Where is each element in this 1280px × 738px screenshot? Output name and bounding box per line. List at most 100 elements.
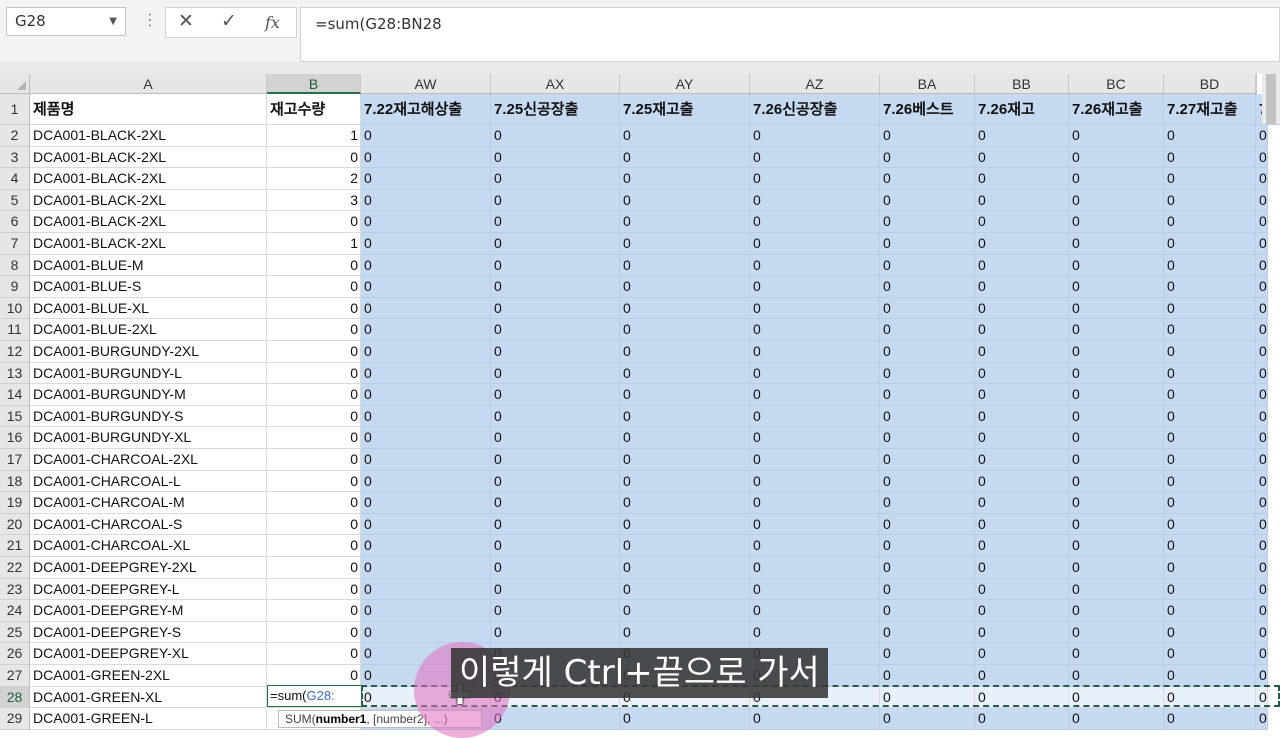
value-cell[interactable]: 0 (620, 621, 750, 644)
check-icon[interactable]: ✓ (221, 10, 237, 32)
value-cell[interactable]: 0 (491, 233, 620, 255)
value-cell[interactable]: 0 (975, 341, 1069, 363)
value-cell[interactable]: 0 (975, 168, 1069, 190)
value-cell[interactable]: 0 (750, 125, 880, 147)
product-name-cell[interactable]: DCA001-BLUE-XL (30, 297, 267, 320)
value-cell[interactable]: 0 (491, 189, 620, 212)
value-cell[interactable]: 0 (1069, 384, 1164, 406)
column-header-ay[interactable]: AY (620, 74, 750, 94)
product-name-cell[interactable]: DCA001-CHARCOAL-XL (30, 535, 267, 557)
column-title[interactable]: 제품명 (30, 94, 267, 125)
value-cell[interactable]: 0 (1256, 168, 1268, 190)
value-cell[interactable]: 0 (361, 168, 491, 190)
value-cell[interactable]: 0 (880, 297, 975, 320)
stock-qty-cell[interactable]: 0 (267, 405, 361, 428)
value-cell[interactable]: 0 (1256, 297, 1268, 320)
value-cell[interactable]: 0 (491, 384, 620, 406)
product-name-cell[interactable]: DCA001-BLACK-2XL (30, 146, 267, 169)
value-cell[interactable]: 0 (1069, 168, 1164, 190)
product-name-cell[interactable]: DCA001-BURGUNDY-2XL (30, 341, 267, 363)
value-cell[interactable]: 0 (975, 276, 1069, 298)
value-cell[interactable]: 0 (880, 708, 975, 730)
value-cell[interactable]: 0 (880, 341, 975, 363)
stock-qty-cell[interactable]: 0 (267, 470, 361, 493)
value-cell[interactable]: 0 (491, 600, 620, 622)
value-cell[interactable]: 0 (975, 297, 1069, 320)
select-all-corner[interactable] (0, 74, 30, 94)
value-cell[interactable]: 0 (1256, 341, 1268, 363)
column-title[interactable]: 7.26베스트 (880, 94, 975, 125)
product-name-cell[interactable]: DCA001-CHARCOAL-2XL (30, 449, 267, 471)
row-header[interactable]: 13 (0, 362, 30, 385)
value-cell[interactable]: 0 (880, 686, 975, 709)
value-cell[interactable]: 0 (361, 276, 491, 298)
stock-qty-cell[interactable]: 0 (267, 513, 361, 536)
value-cell[interactable]: 0 (620, 513, 750, 536)
stock-qty-cell[interactable]: 0 (267, 276, 361, 298)
value-cell[interactable]: 0 (1256, 535, 1268, 557)
value-cell[interactable]: 0 (880, 189, 975, 212)
value-cell[interactable]: 0 (1256, 470, 1268, 493)
value-cell[interactable]: 0 (620, 384, 750, 406)
value-cell[interactable]: 0 (880, 643, 975, 665)
product-name-cell[interactable]: DCA001-BURGUNDY-L (30, 362, 267, 385)
value-cell[interactable]: 0 (880, 233, 975, 255)
value-cell[interactable]: 0 (975, 449, 1069, 471)
product-name-cell[interactable]: DCA001-BLACK-2XL (30, 233, 267, 255)
row-header[interactable]: 5 (0, 189, 30, 212)
value-cell[interactable]: 0 (880, 254, 975, 277)
value-cell[interactable]: 0 (491, 470, 620, 493)
stock-qty-cell[interactable]: 0 (267, 146, 361, 169)
value-cell[interactable]: 0 (361, 211, 491, 233)
value-cell[interactable]: 0 (620, 470, 750, 493)
spreadsheet-grid[interactable]: A B AW AX AY AZ BA BB BC BD 1 제품명 재고수량 7.22재고해상출 7.25신… (0, 74, 1280, 730)
value-cell[interactable]: 0 (1069, 470, 1164, 493)
value-cell[interactable]: 0 (975, 233, 1069, 255)
value-cell[interactable]: 0 (1256, 621, 1268, 644)
value-cell[interactable]: 0 (1164, 125, 1256, 147)
product-name-cell[interactable]: DCA001-BLUE-M (30, 254, 267, 277)
value-cell[interactable]: 0 (620, 578, 750, 601)
value-cell[interactable]: 0 (1256, 449, 1268, 471)
value-cell[interactable]: 0 (491, 427, 620, 449)
value-cell[interactable]: 0 (620, 557, 750, 579)
value-cell[interactable]: 0 (361, 125, 491, 147)
value-cell[interactable]: 0 (1256, 125, 1268, 147)
value-cell[interactable]: 0 (1164, 708, 1256, 730)
value-cell[interactable]: 0 (975, 535, 1069, 557)
name-box[interactable]: G28 ▼ (6, 7, 126, 36)
value-cell[interactable]: 0 (620, 276, 750, 298)
value-cell[interactable]: 0 (491, 125, 620, 147)
value-cell[interactable]: 0 (1256, 557, 1268, 579)
column-title[interactable]: 7.26재고 (975, 94, 1069, 125)
value-cell[interactable]: 0 (975, 384, 1069, 406)
value-cell[interactable]: 0 (620, 708, 750, 730)
value-cell[interactable]: 0 (975, 427, 1069, 449)
value-cell[interactable]: 0 (975, 319, 1069, 341)
value-cell[interactable]: 0 (1164, 276, 1256, 298)
value-cell[interactable]: 0 (880, 557, 975, 579)
value-cell[interactable]: 0 (1069, 492, 1164, 514)
value-cell[interactable]: 0 (975, 600, 1069, 622)
value-cell[interactable]: 0 (620, 492, 750, 514)
value-cell[interactable]: 0 (1164, 557, 1256, 579)
value-cell[interactable]: 0 (491, 168, 620, 190)
value-cell[interactable]: 0 (975, 643, 1069, 665)
value-cell[interactable]: 0 (491, 341, 620, 363)
product-name-cell[interactable]: DCA001-DEEPGREY-S (30, 621, 267, 644)
formula-input[interactable]: =sum(G28:BN28 (300, 7, 1280, 62)
value-cell[interactable]: 0 (361, 254, 491, 277)
value-cell[interactable]: 0 (1069, 362, 1164, 385)
value-cell[interactable]: 0 (1256, 708, 1268, 730)
value-cell[interactable]: 0 (975, 578, 1069, 601)
value-cell[interactable]: 0 (361, 189, 491, 212)
value-cell[interactable]: 0 (880, 362, 975, 385)
value-cell[interactable]: 0 (975, 686, 1069, 709)
row-header[interactable]: 20 (0, 513, 30, 536)
product-name-cell[interactable]: DCA001-CHARCOAL-L (30, 470, 267, 493)
value-cell[interactable]: 0 (1164, 427, 1256, 449)
value-cell[interactable]: 0 (975, 125, 1069, 147)
value-cell[interactable]: 0 (1069, 557, 1164, 579)
stock-qty-cell[interactable]: 0 (267, 384, 361, 406)
value-cell[interactable]: 0 (1256, 211, 1268, 233)
